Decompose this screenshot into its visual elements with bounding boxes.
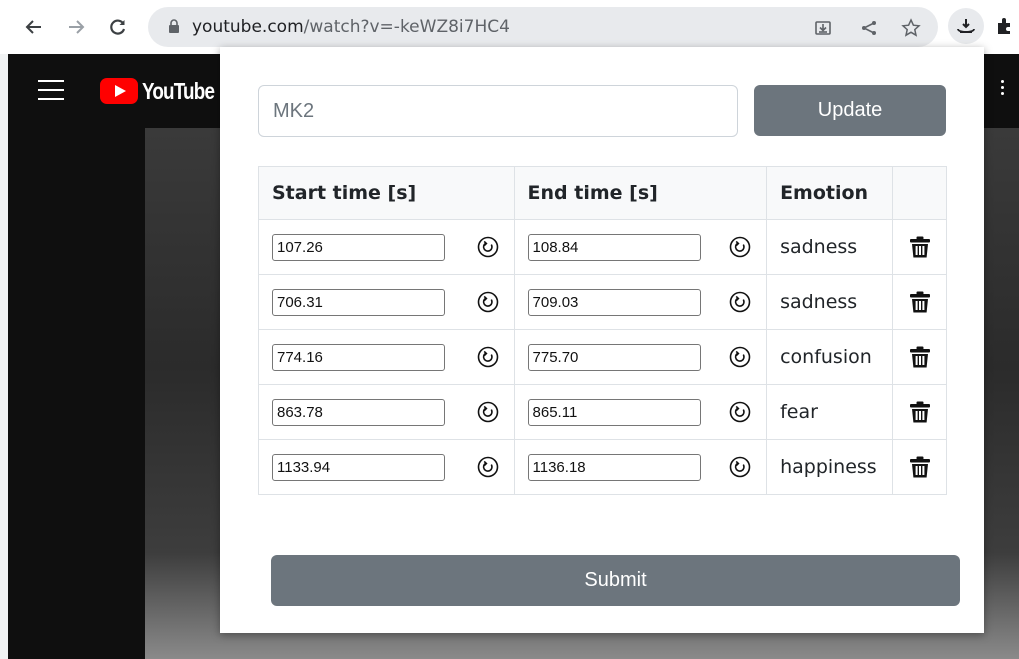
emotion-cell: sadness	[766, 274, 894, 330]
end-time-cell	[513, 274, 768, 330]
start-time-cell	[258, 219, 515, 275]
url-host: youtube.com	[192, 17, 304, 37]
end-time-input[interactable]	[527, 453, 701, 481]
name-input[interactable]	[258, 85, 738, 137]
url-path: /watch?v=-keWZ8i7HC4	[303, 17, 510, 37]
reset-end-icon[interactable]	[729, 456, 751, 478]
end-time-cell	[513, 329, 768, 385]
end-time-cell	[513, 219, 768, 275]
end-time-header: End time [s]	[513, 166, 768, 220]
end-time-input[interactable]	[527, 398, 701, 426]
reset-start-icon[interactable]	[477, 401, 499, 423]
emotion-cell: happiness	[766, 439, 894, 495]
bookmark-star-icon[interactable]	[900, 17, 922, 39]
start-time-input[interactable]	[272, 288, 445, 316]
menu-icon[interactable]	[38, 80, 64, 100]
browser-toolbar: youtube.com/watch?v=-keWZ8i7HC4	[0, 0, 1019, 54]
emotion-cell: confusion	[766, 329, 894, 385]
table-row: fear	[258, 384, 947, 440]
start-time-input[interactable]	[272, 398, 445, 426]
reload-icon[interactable]	[104, 13, 132, 41]
back-arrow-icon[interactable]	[20, 13, 48, 41]
update-button[interactable]: Update	[754, 85, 946, 136]
reset-end-icon[interactable]	[729, 401, 751, 423]
start-time-cell	[258, 439, 515, 495]
start-time-cell	[258, 329, 515, 385]
table-row: happiness	[258, 439, 947, 495]
table-row: confusion	[258, 329, 947, 385]
start-time-cell	[258, 384, 515, 440]
extension-active-icon[interactable]	[948, 8, 984, 44]
table-header-row: Start time [s] End time [s] Emotion	[258, 166, 947, 220]
end-time-input[interactable]	[527, 288, 701, 316]
end-time-cell	[513, 439, 768, 495]
share-icon[interactable]	[858, 17, 880, 39]
start-time-input[interactable]	[272, 233, 445, 261]
reset-end-icon[interactable]	[729, 346, 751, 368]
trash-icon[interactable]	[908, 235, 932, 259]
youtube-logo-text: YouTube	[142, 77, 215, 104]
extensions-puzzle-icon[interactable]	[990, 8, 1019, 44]
actions-header	[892, 166, 947, 220]
submit-button[interactable]: Submit	[271, 555, 960, 606]
end-time-input[interactable]	[527, 343, 701, 371]
forward-arrow-icon[interactable]	[62, 13, 90, 41]
more-options-icon[interactable]	[1001, 80, 1005, 98]
start-time-cell	[258, 274, 515, 330]
table-row: sadness	[258, 274, 947, 330]
emotion-header: Emotion	[766, 166, 894, 220]
reset-end-icon[interactable]	[729, 236, 751, 258]
address-bar[interactable]: youtube.com/watch?v=-keWZ8i7HC4	[148, 7, 938, 47]
install-app-icon[interactable]	[812, 17, 834, 39]
table-row: sadness	[258, 219, 947, 275]
annotations-table: Start time [s] End time [s] Emotion 107.…	[258, 166, 947, 495]
url-text[interactable]: youtube.com/watch?v=-keWZ8i7HC4	[192, 7, 510, 47]
end-time-input[interactable]	[527, 233, 701, 261]
end-time-cell	[513, 384, 768, 440]
annotation-popup: Update Start time [s] End time [s] Emoti…	[220, 47, 984, 633]
delete-cell	[892, 329, 947, 385]
delete-cell	[892, 384, 947, 440]
delete-cell	[892, 439, 947, 495]
trash-icon[interactable]	[908, 400, 932, 424]
reset-start-icon[interactable]	[477, 291, 499, 313]
youtube-logo[interactable]: YouTube	[100, 78, 230, 104]
trash-icon[interactable]	[908, 455, 932, 479]
emotion-cell: fear	[766, 384, 894, 440]
lock-icon	[169, 19, 179, 33]
reset-start-icon[interactable]	[477, 346, 499, 368]
reset-end-icon[interactable]	[729, 291, 751, 313]
youtube-play-icon	[100, 78, 138, 104]
start-time-input[interactable]	[272, 453, 445, 481]
trash-icon[interactable]	[908, 345, 932, 369]
trash-icon[interactable]	[908, 290, 932, 314]
reset-start-icon[interactable]	[477, 456, 499, 478]
reset-start-icon[interactable]	[477, 236, 499, 258]
emotion-cell: sadness	[766, 219, 894, 275]
start-time-header: Start time [s]	[258, 166, 515, 220]
delete-cell	[892, 274, 947, 330]
start-time-input[interactable]	[272, 343, 445, 371]
delete-cell	[892, 219, 947, 275]
